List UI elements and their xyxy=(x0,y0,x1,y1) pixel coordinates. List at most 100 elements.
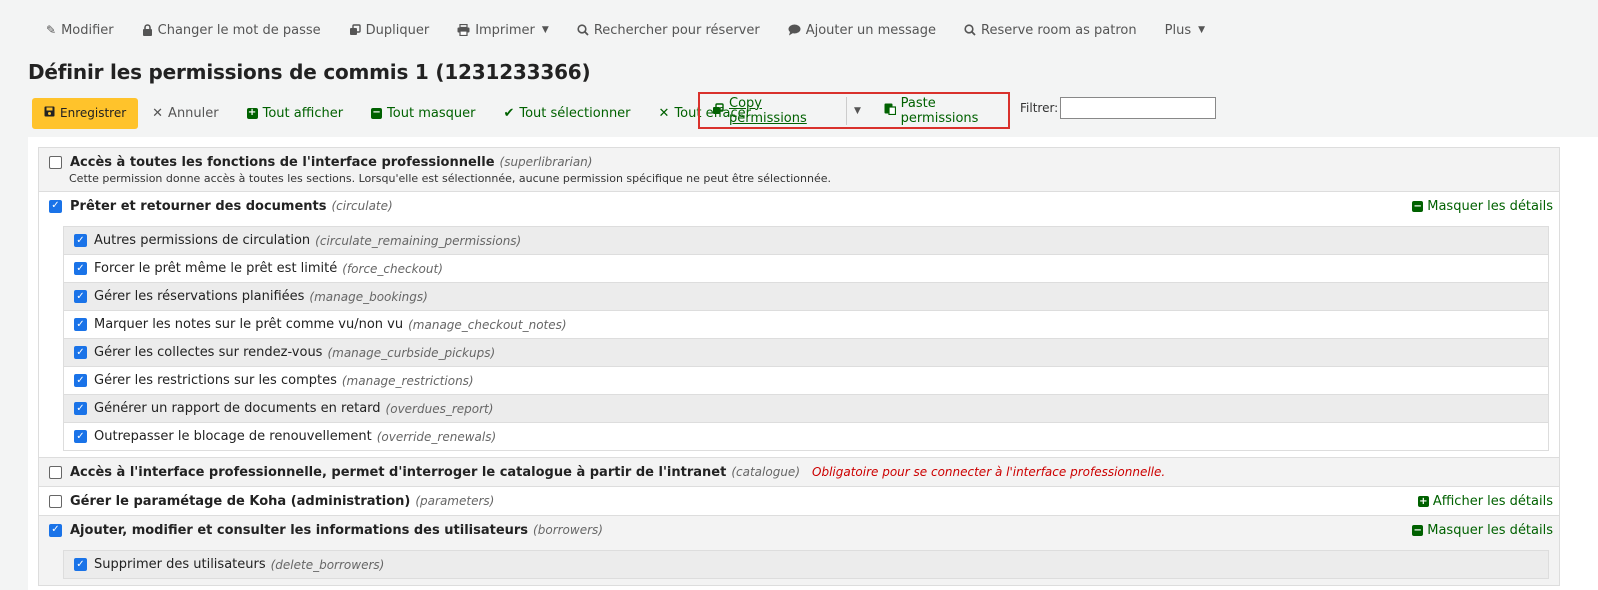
sub-permission-label: Supprimer des utilisateurs xyxy=(94,557,266,572)
permission-catalogue: Accès à l'interface professionnelle, per… xyxy=(39,458,1559,487)
permission-code: (circulate) xyxy=(331,199,393,213)
plus-square-icon: + xyxy=(246,107,258,119)
sub-permission-checkbox[interactable]: ✓ xyxy=(74,374,87,387)
paste-icon xyxy=(884,102,896,119)
copy-icon xyxy=(712,102,724,119)
close-icon: ✕ xyxy=(152,105,164,121)
sub-permission-label: Autres permissions de circulation xyxy=(94,233,311,248)
select-all-button[interactable]: ✔ Tout sélectionner xyxy=(489,106,644,121)
minus-square-icon: − xyxy=(371,107,383,119)
sub-permission-checkbox[interactable]: ✓ xyxy=(74,318,87,331)
catalogue-checkbox[interactable] xyxy=(49,465,62,479)
modify-button[interactable]: ✎ Modifier xyxy=(32,23,128,38)
floppy-disk-icon xyxy=(44,106,55,120)
search-icon xyxy=(577,24,589,36)
print-button[interactable]: Imprimer ▼ xyxy=(443,23,563,38)
sub-permission-checkbox[interactable]: ✓ xyxy=(74,290,87,303)
permission-title: Prêter et retourner des documents xyxy=(70,198,327,214)
filter-input[interactable] xyxy=(1060,97,1217,119)
copy-permissions-label: Copy permissions xyxy=(729,95,807,126)
list-item: ✓ Gérer les réservations planifiées (man… xyxy=(64,283,1548,311)
copy-dropdown-toggle[interactable]: ▼ xyxy=(847,106,867,116)
permissions-action-bar: Enregistrer ✕ Annuler + Tout afficher − … xyxy=(32,97,765,129)
select-all-label: Tout sélectionner xyxy=(519,105,631,121)
save-label: Enregistrer xyxy=(60,106,127,120)
sub-permission-label: Forcer le prêt même le prêt est limité xyxy=(94,261,338,276)
add-message-label: Ajouter un message xyxy=(805,22,937,38)
sub-permission-label: Marquer les notes sur le prêt comme vu/n… xyxy=(94,317,404,332)
search-to-hold-label: Rechercher pour réserver xyxy=(593,22,760,38)
permission-circulate: ✓ Prêter et retourner des documents (cir… xyxy=(39,192,1559,458)
sub-permission-checkbox[interactable]: ✓ xyxy=(74,402,87,415)
sub-permission-label: Gérer les réservations planifiées xyxy=(94,289,305,304)
sub-permission-checkbox[interactable]: ✓ xyxy=(74,346,87,359)
add-message-button[interactable]: Ajouter un message xyxy=(774,23,950,38)
list-item: ✓ Outrepasser le blocage de renouvelleme… xyxy=(64,423,1548,451)
reserve-room-button[interactable]: Reserve room as patron xyxy=(950,23,1151,38)
sub-permission-label: Gérer les restrictions sur les comptes xyxy=(94,373,337,388)
more-menu-button[interactable]: Plus ▼ xyxy=(1151,23,1219,38)
permission-code: (superlibrarian) xyxy=(499,155,593,169)
cancel-button[interactable]: ✕ Annuler xyxy=(138,106,232,121)
change-password-label: Changer le mot de passe xyxy=(157,22,321,38)
permission-parameters: Gérer le paramétage de Koha (administrat… xyxy=(39,487,1559,516)
list-item: ✓ Gérer les restrictions sur les comptes… xyxy=(64,367,1548,395)
parameters-checkbox[interactable] xyxy=(49,494,62,508)
copy-permissions-button[interactable]: Copy permissions xyxy=(700,96,846,126)
paste-permissions-button[interactable]: Paste permissions xyxy=(868,96,1008,126)
toggle-label: Masquer les détails xyxy=(1427,199,1553,214)
sub-permission-code: (manage_checkout_notes) xyxy=(408,317,567,332)
circulate-checkbox[interactable]: ✓ xyxy=(49,199,62,213)
caret-down-icon: ▼ xyxy=(854,105,861,116)
permission-code: (catalogue) xyxy=(731,465,800,479)
required-warning: Obligatoire pour se connecter à l'interf… xyxy=(812,465,1166,479)
copy-paste-permissions-group: Copy permissions ▼ Paste permissions xyxy=(698,92,1010,129)
pencil-icon: ✎ xyxy=(46,23,57,37)
borrowers-checkbox[interactable]: ✓ xyxy=(49,523,62,537)
sub-permission-code: (manage_curbside_pickups) xyxy=(327,345,496,360)
sub-permissions-list: ✓ Supprimer des utilisateurs (delete_bor… xyxy=(63,550,1549,579)
sub-permission-code: (circulate_remaining_permissions) xyxy=(315,233,522,248)
sub-permission-code: (force_checkout) xyxy=(342,261,443,276)
more-label: Plus xyxy=(1164,22,1192,38)
list-item: ✓ Générer un rapport de documents en ret… xyxy=(64,395,1548,423)
sub-permission-code: (delete_borrowers) xyxy=(270,557,385,572)
show-all-label: Tout afficher xyxy=(262,105,344,121)
sub-permission-checkbox[interactable]: ✓ xyxy=(74,262,87,275)
filter-group: Filtrer: xyxy=(1020,97,1217,119)
change-password-button[interactable]: Changer le mot de passe xyxy=(128,23,335,38)
search-to-hold-button[interactable]: Rechercher pour réserver xyxy=(563,23,774,38)
permission-title: Ajouter, modifier et consulter les infor… xyxy=(70,522,529,538)
list-item: ✓ Autres permissions de circulation (cir… xyxy=(64,227,1548,255)
sub-permission-checkbox[interactable]: ✓ xyxy=(74,558,87,571)
lock-icon xyxy=(142,24,153,36)
sub-permission-code: (manage_bookings) xyxy=(309,289,428,304)
sub-permission-label: Générer un rapport de documents en retar… xyxy=(94,401,381,416)
sub-permissions-list: ✓ Autres permissions de circulation (cir… xyxy=(63,226,1549,451)
hide-details-toggle[interactable]: − Masquer les détails xyxy=(1412,523,1553,538)
sub-permission-checkbox[interactable]: ✓ xyxy=(74,430,87,443)
hide-all-button[interactable]: − Tout masquer xyxy=(357,106,489,121)
hide-details-toggle[interactable]: − Masquer les détails xyxy=(1412,199,1553,214)
patron-toolbar: ✎ Modifier Changer le mot de passe Dupli… xyxy=(32,18,1219,42)
minus-square-icon: − xyxy=(1412,200,1424,212)
list-item: ✓ Supprimer des utilisateurs (delete_bor… xyxy=(64,551,1548,579)
sub-permission-code: (manage_restrictions) xyxy=(341,373,474,388)
save-button[interactable]: Enregistrer xyxy=(32,97,139,129)
copy-icon xyxy=(349,24,361,36)
permission-title: Accès à toutes les fonctions de l'interf… xyxy=(70,154,495,170)
show-all-button[interactable]: + Tout afficher xyxy=(233,106,357,121)
permission-description: Cette permission donne accès à toutes le… xyxy=(69,172,832,185)
list-item: ✓ Forcer le prêt même le prêt est limité… xyxy=(64,255,1548,283)
duplicate-button[interactable]: Dupliquer xyxy=(335,23,444,38)
print-label: Imprimer xyxy=(475,22,535,38)
superlibrarian-checkbox[interactable] xyxy=(49,155,62,169)
paste-permissions-label: Paste permissions xyxy=(900,95,979,126)
toggle-label: Afficher les détails xyxy=(1432,494,1553,509)
filter-label: Filtrer: xyxy=(1020,101,1059,115)
show-details-toggle[interactable]: + Afficher les détails xyxy=(1417,494,1553,509)
sub-permission-code: (overdues_report) xyxy=(385,401,494,416)
permission-code: (borrowers) xyxy=(533,523,603,537)
sub-permission-checkbox[interactable]: ✓ xyxy=(74,234,87,247)
page-title: Définir les permissions de commis 1 (123… xyxy=(28,60,591,84)
